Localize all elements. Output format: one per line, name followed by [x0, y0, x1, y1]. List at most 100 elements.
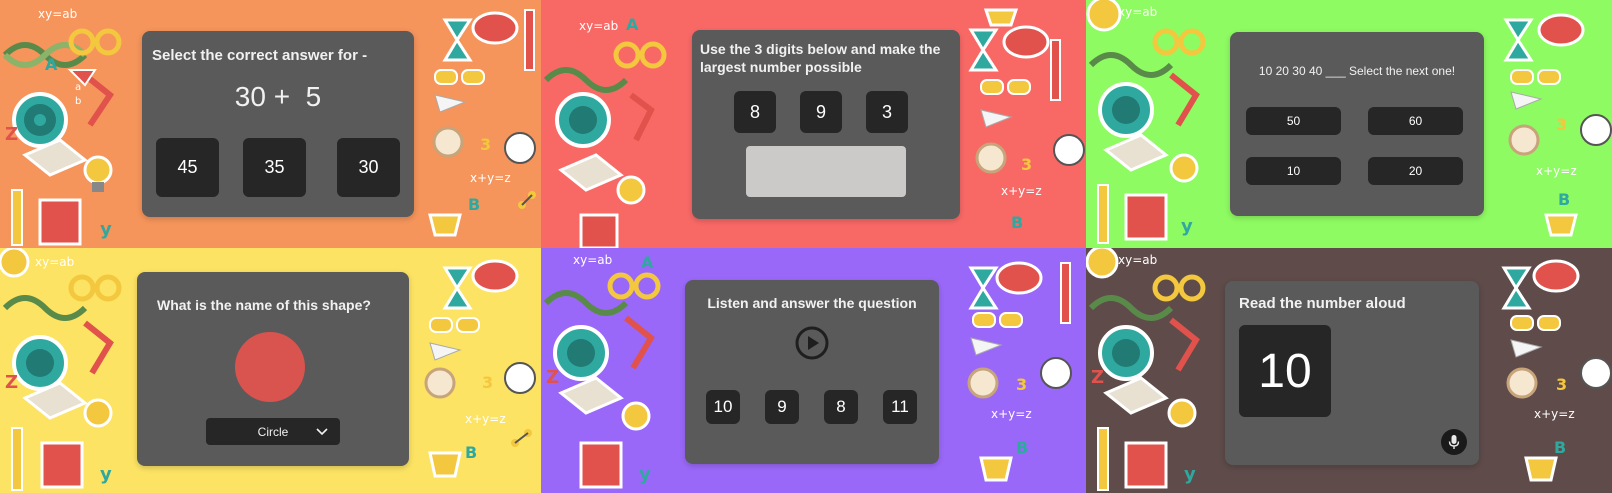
question-card: Listen and answer the question 10 9 8 11	[685, 280, 939, 464]
sticker-text: A	[45, 55, 58, 74]
lightbulb-icon	[616, 175, 646, 205]
sticker-text: a	[75, 82, 81, 93]
sticker-text: 3	[1021, 155, 1032, 174]
pencil-icon	[11, 189, 23, 246]
sticker-text: x+y=z	[1534, 407, 1575, 421]
target-icon	[12, 335, 68, 391]
lightbulb-icon	[1169, 153, 1199, 183]
target-icon	[555, 92, 611, 148]
book-icon	[579, 441, 623, 489]
sticker-text: x+y=z	[1536, 164, 1577, 178]
question-text: Select the correct answer for -	[152, 47, 368, 64]
soccer-ball-icon	[1086, 0, 1122, 32]
soccer-ball-icon	[1580, 357, 1612, 389]
sticker-text: xy=ab	[573, 253, 612, 267]
trophy-icon	[979, 456, 1013, 482]
sticker-text: x+y=z	[1001, 184, 1042, 198]
quiz-grid: xy=ab x+y=z A Z y B 3 a b Select the cor…	[0, 0, 1612, 493]
answer-drop-zone[interactable]	[746, 146, 906, 197]
soccer-ball-icon	[1580, 114, 1612, 146]
digit-tile-3[interactable]: 3	[866, 91, 908, 133]
sticker-text: y	[1184, 464, 1196, 485]
sticker-text: y	[1181, 216, 1193, 237]
answer-option-3[interactable]: 10	[1246, 157, 1341, 185]
play-icon	[808, 336, 819, 350]
panel-addition: xy=ab x+y=z A Z y B 3 a b Select the cor…	[0, 0, 541, 248]
sticker-text: 3	[1556, 115, 1567, 134]
trophy-icon	[428, 451, 462, 478]
panel-listen: xy=ab x+y=z Z y B 3 A Listen and answer …	[541, 248, 1086, 493]
soccer-ball-icon	[1086, 248, 1119, 279]
sticker-text: y	[639, 464, 651, 485]
chevron-down-icon	[316, 428, 328, 436]
question-card: Select the correct answer for - 30 + 5 4…	[142, 31, 414, 217]
sticker-text: y	[100, 219, 112, 240]
sticker-text: B	[1554, 438, 1566, 457]
answer-option-4[interactable]: 11	[883, 390, 917, 424]
question-card: Read the number aloud 10	[1225, 281, 1479, 465]
answer-option-2[interactable]: 60	[1368, 107, 1463, 135]
book-icon	[1124, 193, 1168, 241]
chat-bubble-icon	[1537, 13, 1585, 47]
question-text: What is the name of this shape?	[157, 297, 371, 313]
chat-bubble-icon	[1002, 25, 1050, 59]
microphone-icon	[1448, 435, 1460, 449]
sticker-text: B	[1011, 213, 1023, 232]
sticker-text: xy=ab	[35, 255, 74, 269]
chat-bubble-icon	[471, 11, 519, 45]
sticker-text: A	[641, 253, 654, 272]
instruction-bold: largest	[700, 59, 746, 75]
sticker-text: Z	[1091, 367, 1104, 388]
alarm-clock-icon	[967, 367, 999, 399]
answer-option-1[interactable]: 10	[706, 390, 740, 424]
sticker-text: A	[626, 15, 639, 34]
question-text: Listen and answer the question	[707, 295, 917, 311]
alarm-clock-icon	[432, 126, 464, 158]
sticker-text: B	[468, 195, 480, 214]
lightbulb-icon	[1167, 398, 1197, 428]
sticker-text: x+y=z	[991, 407, 1032, 421]
answer-option-1[interactable]: 50	[1246, 107, 1341, 135]
target-icon	[553, 325, 609, 381]
trophy-icon	[1524, 456, 1558, 482]
answer-option-3[interactable]: 8	[824, 390, 858, 424]
answer-option-2[interactable]: 9	[765, 390, 799, 424]
alarm-clock-icon	[975, 142, 1007, 174]
book-icon	[38, 198, 82, 246]
pencil-icon	[1050, 39, 1061, 101]
microphone-button[interactable]	[1441, 429, 1467, 455]
trophy-icon	[1544, 213, 1578, 237]
sticker-text: 3	[1556, 375, 1567, 394]
book-icon	[1124, 441, 1168, 489]
digit-tile-2[interactable]: 9	[800, 91, 842, 133]
panel-largest-number: xy=ab x+y=z A B 3 Use the 3 digits below…	[541, 0, 1086, 248]
sticker-text: xy=ab	[579, 19, 618, 33]
lightbulb-icon	[621, 401, 651, 431]
instruction-text: Use the 3 digits below and make the larg…	[700, 40, 956, 76]
answer-option-4[interactable]: 20	[1368, 157, 1463, 185]
book-icon	[40, 441, 84, 489]
question-card: 10 20 30 40 ___ Select the next one! 50 …	[1230, 32, 1484, 216]
shape-select-dropdown[interactable]: Circle	[206, 418, 340, 445]
digit-tile-1[interactable]: 8	[734, 91, 776, 133]
play-audio-button[interactable]	[795, 326, 829, 360]
answer-option-3[interactable]: 30	[337, 138, 400, 197]
alarm-clock-icon	[1506, 367, 1538, 399]
soccer-ball-icon	[504, 132, 536, 164]
question-card: Use the 3 digits below and make the larg…	[692, 30, 960, 219]
book-icon	[579, 213, 619, 248]
soccer-ball-icon	[0, 248, 30, 278]
question-text: 10 20 30 40 ___ Select the next one!	[1258, 64, 1456, 78]
answer-option-1[interactable]: 45	[156, 138, 219, 197]
sticker-text: Z	[5, 124, 18, 145]
sticker-text: x+y=z	[465, 412, 506, 426]
question-text: Read the number aloud	[1239, 295, 1406, 312]
sticker-text: y	[100, 464, 112, 485]
soccer-ball-icon	[1053, 134, 1085, 166]
math-expression: 30 + 5	[234, 81, 322, 112]
sticker-text: xy=ab	[38, 7, 77, 21]
answer-option-2[interactable]: 35	[243, 138, 306, 197]
instruction-pre: Use the 3 digits below and make the	[700, 41, 941, 57]
sticker-text: B	[1016, 438, 1028, 457]
pencil-icon	[1097, 184, 1109, 244]
